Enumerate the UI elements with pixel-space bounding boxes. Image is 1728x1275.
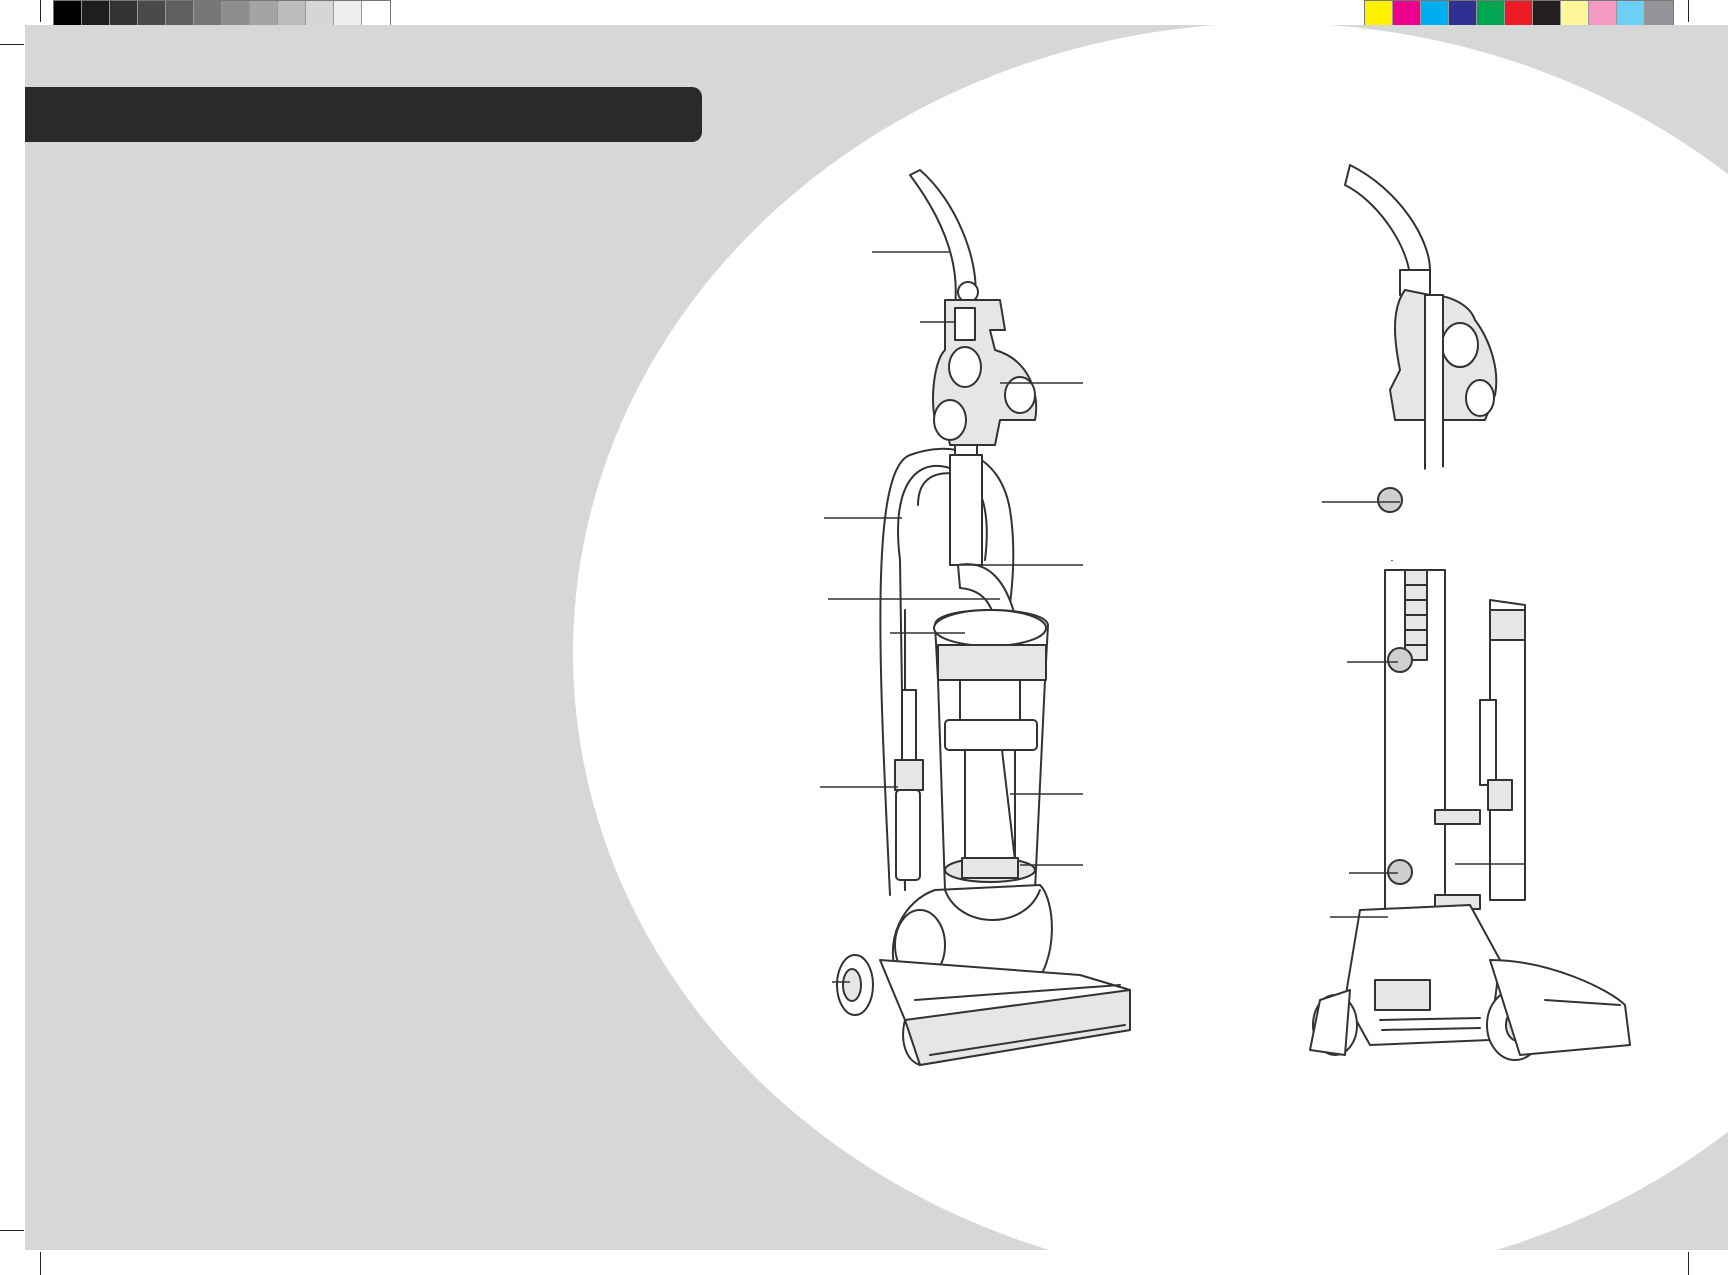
motor-housing xyxy=(1344,904,1501,1046)
release-button xyxy=(1387,647,1413,673)
wand xyxy=(1424,294,1444,476)
vacuum-side-view xyxy=(1309,164,1631,1061)
product-diagrams: .ln { fill: none; stroke: #333; stroke-w… xyxy=(820,164,1631,1066)
dusting-brush xyxy=(894,759,924,791)
dusting-brush xyxy=(1487,779,1513,811)
vacuum-front-view xyxy=(836,169,1131,1066)
crevice-tool xyxy=(1479,699,1497,786)
carry-handle xyxy=(1344,164,1431,276)
release-button xyxy=(1387,859,1413,885)
